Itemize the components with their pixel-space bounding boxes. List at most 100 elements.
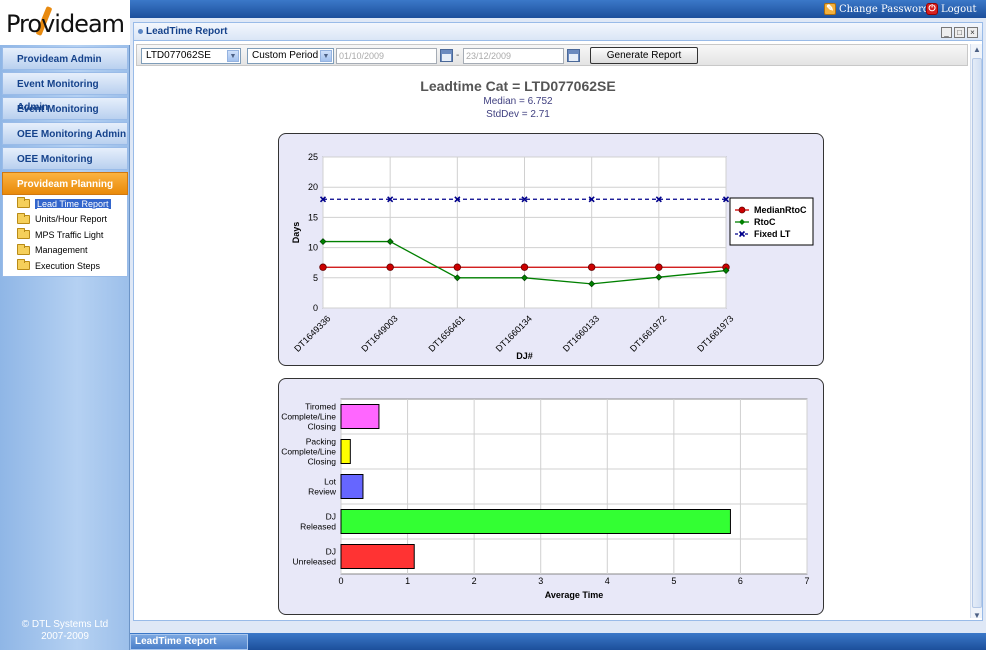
sidebar-item-provideam-admin[interactable]: Provideam Admin: [2, 47, 128, 70]
report-toolbar: LTD077062SE ▼ Custom Period ▼ - Generate…: [136, 44, 968, 66]
x-tick-label: 4: [605, 576, 610, 586]
data-point: [655, 263, 663, 271]
task-bar: LeadTime Report: [130, 633, 986, 650]
y-tick-label: Released: [300, 522, 336, 532]
y-tick-label: Unreleased: [293, 557, 337, 567]
folder-icon: [17, 243, 30, 255]
report-median: Median = 6.752: [483, 96, 553, 107]
vertical-scrollbar[interactable]: ▲ ▼: [970, 44, 982, 621]
bar: [340, 439, 351, 464]
y-tick-label: DJ: [326, 512, 336, 522]
data-point: [520, 263, 529, 271]
x-tick-label: DT1661972: [628, 313, 668, 353]
task-tab-leadtime-report[interactable]: LeadTime Report: [130, 634, 248, 650]
panel-title: LeadTime Report: [146, 26, 228, 37]
sidebar-item-provideam-planning[interactable]: Provideam Planning: [2, 172, 128, 195]
x-tick-label: 6: [738, 576, 743, 586]
data-point: [386, 263, 394, 271]
generate-report-button[interactable]: Generate Report: [590, 47, 698, 64]
data-point: [319, 263, 327, 271]
scroll-thumb[interactable]: [972, 58, 982, 608]
copyright: © DTL Systems Ltd 2007-2009: [21, 619, 109, 642]
y-tick-label: 10: [308, 243, 318, 253]
legend-label: Fixed LT: [754, 229, 791, 239]
bar-chart-svg: 0 1 2 3 4 5 6 7TiromedComplete/LineClosingPacki…: [281, 398, 810, 600]
legend-label: MedianRtoC: [754, 205, 807, 215]
y-tick-label: 5: [313, 273, 318, 283]
line-chart: 0 5 10 15 20 25 DT1649336 DT1649003 DT1656461 DT1…: [278, 133, 824, 366]
y-tick-label: 0: [313, 303, 318, 313]
x-axis-label: Average Time: [545, 590, 604, 600]
x-tick-label: DT1656461: [427, 313, 467, 353]
x-tick-label: 2: [472, 576, 477, 586]
y-tick-label: Lot: [324, 477, 336, 487]
top-bar: ✎ Change Password ⏻ Logout: [0, 0, 986, 18]
y-tick-label: Tiromed: [305, 402, 336, 412]
sidebar-item-event-monitoring[interactable]: Event Monitoring: [2, 97, 128, 120]
bar: [340, 474, 364, 499]
folder-icon: [17, 197, 30, 209]
data-point: [453, 263, 462, 271]
maximize-button[interactable]: □: [954, 27, 965, 38]
date-separator: -: [456, 50, 460, 61]
bar: [340, 544, 415, 569]
submenu-item-lead-time-report[interactable]: Lead Time Report: [3, 196, 127, 212]
y-tick-label: Closing: [308, 457, 337, 467]
report-title: Leadtime Cat = LTD077062SE: [420, 78, 616, 94]
calendar-icon[interactable]: [567, 49, 580, 62]
y-tick-label: Review: [308, 487, 337, 497]
submenu-item-execution-steps[interactable]: Execution Steps: [3, 258, 127, 274]
sidebar-menu: Provideam Admin Event Monitoring Admin E…: [2, 47, 128, 277]
x-tick-label: DT1661973: [695, 313, 735, 353]
y-tick-label: Closing: [308, 422, 337, 432]
y-tick-label: 25: [308, 152, 318, 162]
y-tick-label: 15: [308, 212, 318, 222]
x-tick-label: DT1649003: [359, 313, 399, 353]
submenu-item-units-hour-report[interactable]: Units/Hour Report: [3, 212, 127, 228]
line-chart-svg: 0 5 10 15 20 25 DT1649336 DT1649003 DT1656461 DT1…: [291, 152, 814, 361]
folder-icon: [17, 259, 30, 271]
submenu-item-management[interactable]: Management: [3, 243, 127, 259]
folder-icon: [17, 228, 30, 240]
logout-link[interactable]: ⏻ Logout: [926, 2, 977, 16]
logout-label: Logout: [941, 3, 977, 15]
report-stddev: StdDev = 2.71: [486, 109, 550, 120]
logo-text: Provideam: [6, 10, 125, 38]
logo: Provideam: [0, 0, 130, 45]
change-password-label: Change Password: [839, 3, 930, 15]
x-tick-label: DT1649336: [292, 313, 332, 353]
legend-label: RtoC: [754, 217, 776, 227]
y-tick-label: DJ: [326, 547, 336, 557]
date-to-input[interactable]: [463, 48, 564, 64]
folder-icon: [17, 212, 30, 224]
legend-marker: [738, 206, 746, 214]
submenu-item-mps-traffic-light[interactable]: MPS Traffic Light: [3, 227, 127, 243]
scroll-down-icon[interactable]: ▼: [972, 611, 982, 621]
change-password-link[interactable]: ✎ Change Password: [824, 2, 929, 16]
bullet-icon: [138, 29, 143, 34]
calendar-icon[interactable]: [440, 49, 453, 62]
minimize-button[interactable]: _: [941, 27, 952, 38]
y-tick-label: Complete/Line: [281, 412, 336, 422]
x-tick-label: 3: [538, 576, 543, 586]
y-tick-label: Packing: [306, 437, 337, 447]
date-from-input[interactable]: [336, 48, 437, 64]
sidebar-item-event-monitoring-admin[interactable]: Event Monitoring Admin: [2, 72, 128, 113]
x-axis-label: DJ#: [516, 351, 533, 361]
period-select[interactable]: Custom Period ▼: [247, 48, 334, 64]
scroll-up-icon[interactable]: ▲: [972, 45, 982, 55]
data-point: [587, 263, 596, 271]
power-icon: ⏻: [926, 3, 938, 15]
bar-chart: 0 1 2 3 4 5 6 7 Tiromed Complete/Line Closing Packi…: [278, 378, 824, 615]
product-select[interactable]: LTD077062SE ▼: [141, 48, 241, 64]
planning-submenu: Lead Time Report Units/Hour Report MPS T…: [2, 195, 128, 277]
y-axis-label: Days: [291, 222, 301, 244]
x-tick-label: DT1660133: [561, 313, 601, 353]
sidebar-item-oee-monitoring-admin[interactable]: OEE Monitoring Admin: [2, 122, 128, 145]
panel-header: LeadTime Report: [134, 23, 982, 41]
close-button[interactable]: ×: [967, 27, 978, 38]
report-panel: LeadTime Report _ □ × LTD077062SE ▼ Cust…: [133, 22, 983, 621]
sidebar: Provideam Provideam Admin Event Monitori…: [0, 0, 130, 650]
x-tick-label: 7: [804, 576, 809, 586]
sidebar-item-oee-monitoring[interactable]: OEE Monitoring: [2, 147, 128, 170]
